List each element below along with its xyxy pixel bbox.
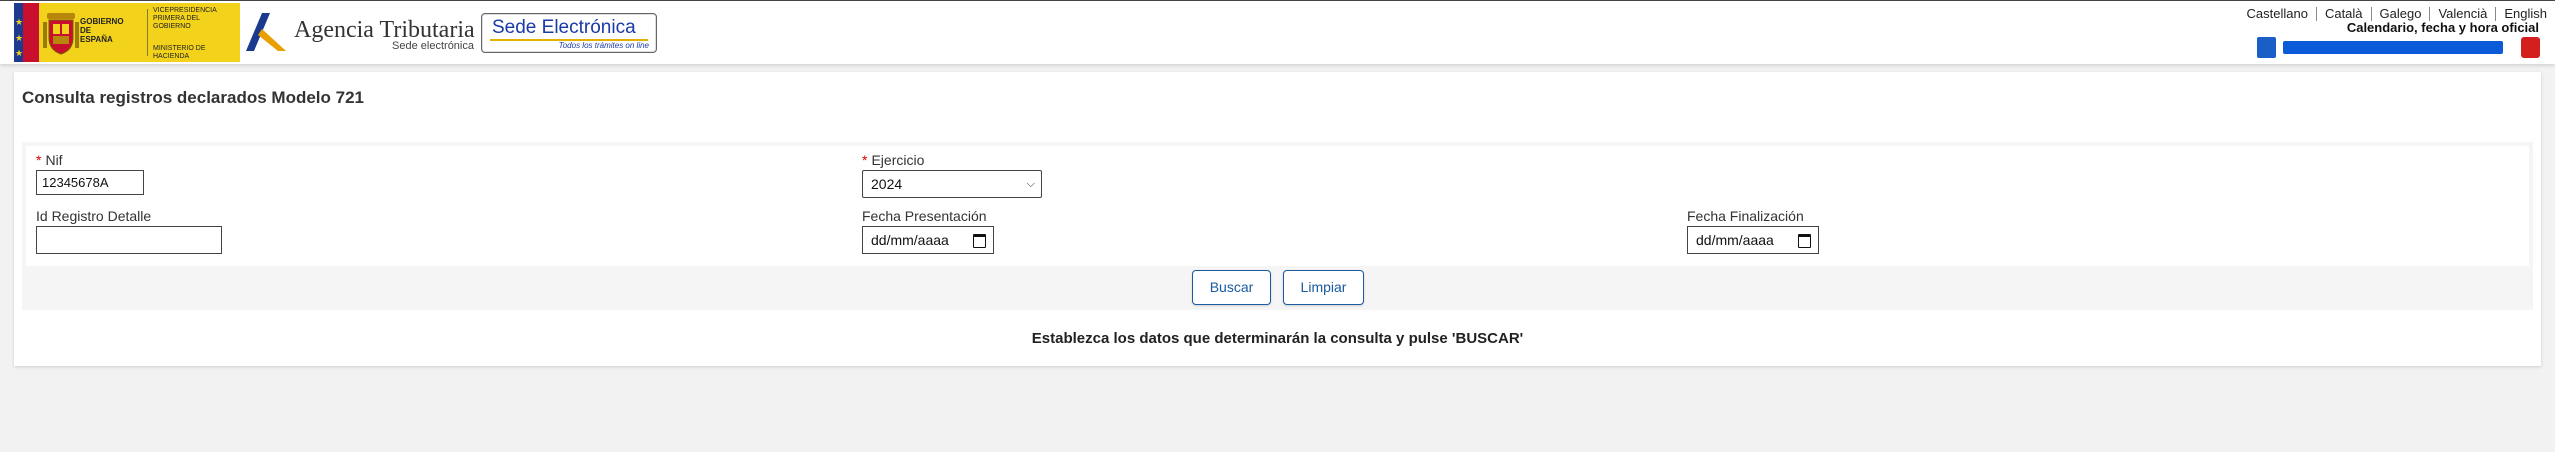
ejercicio-label: * Ejercicio xyxy=(862,152,925,168)
aeat-subtitle: Sede electrónica xyxy=(392,40,474,52)
id-registro-label: Id Registro Detalle xyxy=(36,208,152,224)
fecha-presentacion-label: Fecha Presentación xyxy=(862,208,987,224)
required-mark: * xyxy=(862,152,868,168)
fecha-finalizacion-label: Fecha Finalización xyxy=(1687,208,1804,224)
lang-castellano[interactable]: Castellano xyxy=(2239,7,2316,21)
ejercicio-select[interactable]: 2024 ⌵ xyxy=(862,170,1042,198)
blue-square-button[interactable] xyxy=(2257,37,2276,58)
calendar-official-time-link[interactable]: Calendario, fecha y hora oficial xyxy=(2347,20,2539,35)
calendar-icon[interactable] xyxy=(1798,234,1811,248)
id-registro-input[interactable] xyxy=(36,226,222,254)
eu-flag-icon: ★ ★ ★ xyxy=(14,3,39,62)
page-title: Consulta registros declarados Modelo 721 xyxy=(22,88,364,107)
gov-logo-ministry: VICEPRESIDENCIA PRIMERA DEL GOBIERNO MIN… xyxy=(153,7,217,60)
calendar-icon[interactable] xyxy=(973,234,986,248)
nif-label: * Nif xyxy=(36,152,63,168)
sede-electronica-logo[interactable]: Sede Electrónica Todos los trámites on l… xyxy=(481,13,657,53)
required-mark: * xyxy=(36,152,42,168)
agencia-tributaria-logo[interactable]: Agencia Tributaria Sede electrónica xyxy=(244,9,475,57)
gobierno-de-espana-logo[interactable]: ★ ★ ★ GOBIERNO DE ESPAÑA VICEPRESIDENCIA… xyxy=(14,3,240,62)
coat-of-arms-icon xyxy=(42,9,80,57)
ejercicio-value: 2024 xyxy=(871,176,903,192)
fecha-finalizacion-input[interactable]: dd/mm/aaaa xyxy=(1687,226,1819,254)
gov-logo-text: GOBIERNO DE ESPAÑA xyxy=(80,17,124,44)
lang-galego[interactable]: Galego xyxy=(2370,7,2430,21)
form-fields: * Nif 12345678A * Ejercicio 2024 ⌵ Id Regi… xyxy=(26,146,2529,266)
search-form: * Nif 12345678A * Ejercicio 2024 ⌵ Id Regi… xyxy=(22,142,2533,382)
buscar-button[interactable]: Buscar xyxy=(1192,270,1271,305)
fecha-presentacion-input[interactable]: dd/mm/aaaa xyxy=(862,226,994,254)
red-square-button[interactable] xyxy=(2521,37,2540,58)
blue-progress-bar xyxy=(2283,41,2503,54)
lang-valencia[interactable]: Valencià xyxy=(2429,7,2495,21)
lang-english[interactable]: English xyxy=(2495,7,2547,21)
lang-catala[interactable]: Català xyxy=(2315,7,2371,21)
chevron-down-icon: ⌵ xyxy=(1026,178,1035,190)
aeat-a-icon xyxy=(246,13,286,51)
site-header: ★ ★ ★ GOBIERNO DE ESPAÑA VICEPRESIDENCIA… xyxy=(0,0,2555,64)
language-selector: Castellano Català Galego Valencià Englis… xyxy=(2239,7,2547,21)
nif-input[interactable]: 12345678A xyxy=(36,170,144,195)
main-panel: Consulta registros declarados Modelo 721… xyxy=(14,72,2541,366)
instruction-text: Establezca los datos que determinarán la… xyxy=(1031,330,1524,347)
sede-subtitle: Todos los trámites on line xyxy=(558,41,649,50)
sede-title: Sede Electrónica xyxy=(492,17,636,38)
limpiar-button[interactable]: Limpiar xyxy=(1283,270,1364,305)
